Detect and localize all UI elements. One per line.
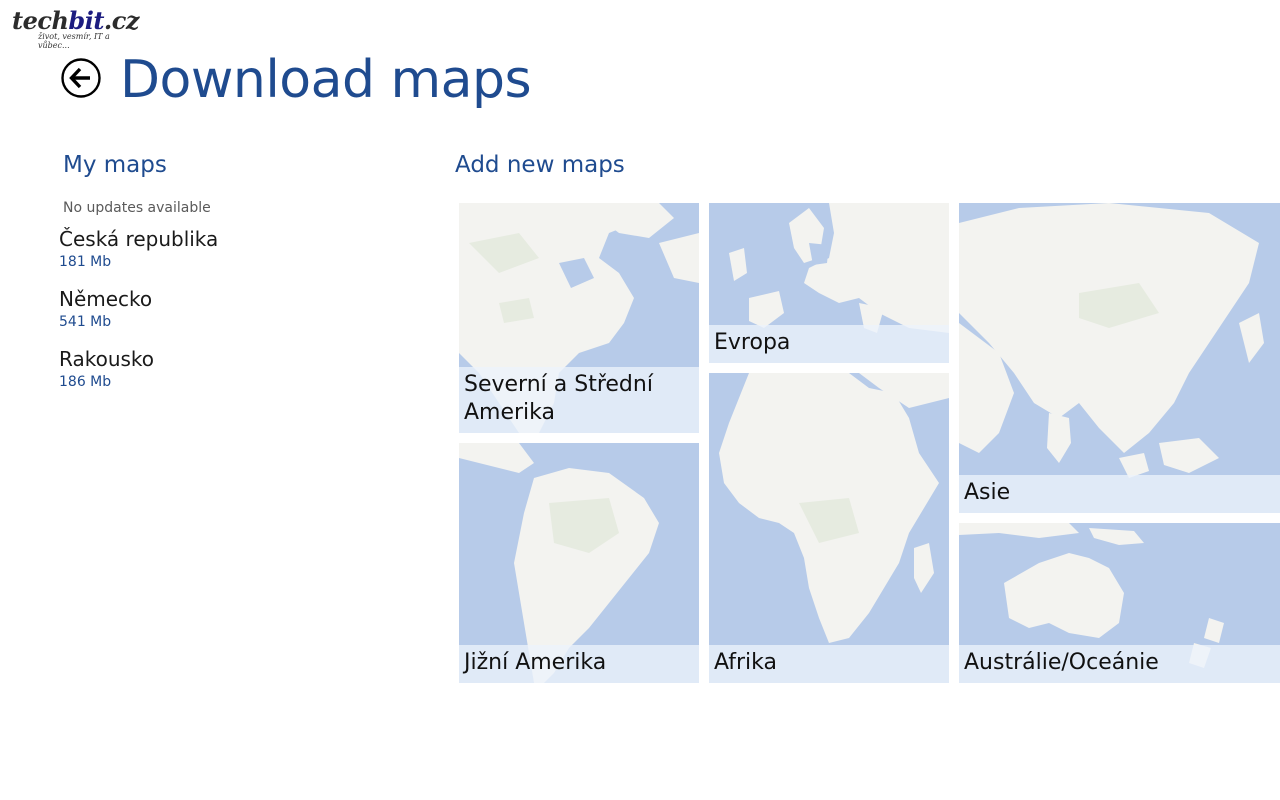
watermark-brand-part2: bit xyxy=(68,6,104,35)
update-status-text: No updates available xyxy=(63,200,211,216)
my-maps-list: Česká republika 181 Mb Německo 541 Mb Ra… xyxy=(59,226,218,406)
back-button[interactable] xyxy=(61,58,101,98)
map-name: Rakousko xyxy=(59,347,155,371)
tile-label: Evropa xyxy=(709,325,949,363)
site-watermark: techbit.cz život, vesmír, IT a vůbec... xyxy=(12,6,142,51)
tile-label: Afrika xyxy=(709,645,949,683)
my-maps-heading: My maps xyxy=(63,152,167,178)
back-arrow-circle-icon xyxy=(61,58,101,98)
tile-north-central-america[interactable]: Severní a Střední Amerika xyxy=(459,203,699,433)
map-size: 541 Mb xyxy=(59,314,112,330)
my-map-item-rakousko[interactable]: Rakousko 186 Mb xyxy=(59,346,218,406)
map-name: Německo xyxy=(59,287,153,311)
map-name: Česká republika xyxy=(59,227,219,251)
africa-map-image xyxy=(709,373,949,683)
tile-europe[interactable]: Evropa xyxy=(709,203,949,363)
watermark-brand-part3: .cz xyxy=(103,6,140,35)
my-map-item-nemecko[interactable]: Německo 541 Mb xyxy=(59,286,218,346)
map-size: 186 Mb xyxy=(59,374,112,390)
tile-asia[interactable]: Asie xyxy=(959,203,1280,513)
watermark-brand-part1: tech xyxy=(12,6,69,35)
tile-south-america[interactable]: Jižní Amerika xyxy=(459,443,699,683)
page-title: Download maps xyxy=(120,50,532,110)
tile-australia-oceania[interactable]: Austrálie/Oceánie xyxy=(959,523,1280,683)
add-maps-heading: Add new maps xyxy=(455,152,625,178)
tile-label: Severní a Střední Amerika xyxy=(459,367,699,433)
tile-label: Austrálie/Oceánie xyxy=(959,645,1280,683)
tile-label: Asie xyxy=(959,475,1280,513)
tile-label: Jižní Amerika xyxy=(459,645,699,683)
my-map-item-ceska-republika[interactable]: Česká republika 181 Mb xyxy=(59,226,218,286)
tile-africa[interactable]: Afrika xyxy=(709,373,949,683)
map-size: 181 Mb xyxy=(59,254,112,270)
asia-map-image xyxy=(959,203,1280,513)
